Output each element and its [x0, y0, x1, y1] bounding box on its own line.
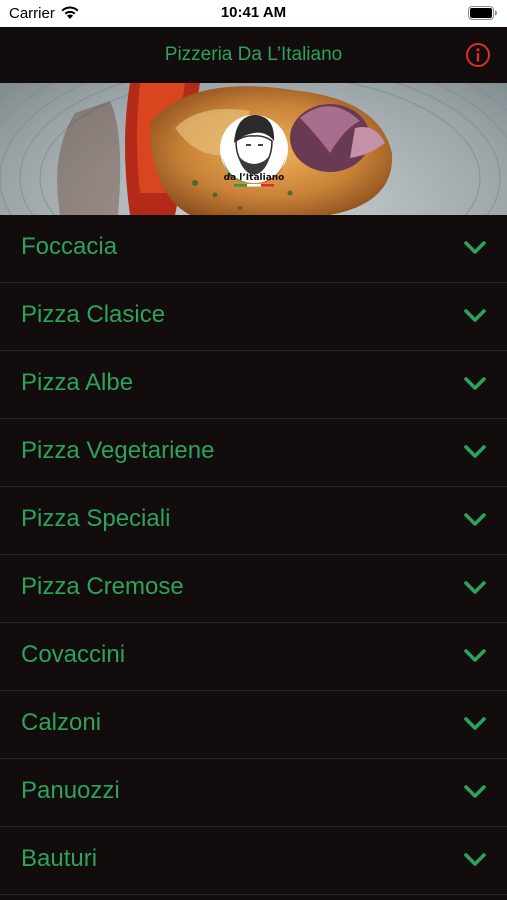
- info-circle-icon[interactable]: [465, 42, 491, 68]
- app-screen: Carrier 10:41 AM Pizzeria Da L’Italiano: [0, 0, 507, 900]
- chevron-down-icon[interactable]: [463, 783, 487, 801]
- category-row-pizza-cremose[interactable]: Pizza Cremose: [0, 555, 507, 623]
- category-label: Pizza Albe: [21, 369, 134, 396]
- chevron-down-icon[interactable]: [463, 851, 487, 869]
- category-row-bauturi[interactable]: Bauturi: [0, 827, 507, 895]
- category-label: Pizza Clasice: [21, 301, 166, 328]
- category-row-covaccini[interactable]: Covaccini: [0, 623, 507, 691]
- category-row-pizza-clasice[interactable]: Pizza Clasice: [0, 283, 507, 351]
- category-row-pizza-vegetariene[interactable]: Pizza Vegetariene: [0, 419, 507, 487]
- category-label: Calzoni: [21, 709, 102, 736]
- chevron-down-icon[interactable]: [463, 307, 487, 325]
- category-row-foccacia[interactable]: Foccacia: [0, 215, 507, 283]
- status-time: 10:41 AM: [220, 4, 287, 21]
- category-label: Panuozzi: [21, 777, 120, 804]
- battery-icon: [468, 6, 497, 20]
- navigation-bar: Pizzeria Da L’Italiano: [0, 27, 507, 83]
- chevron-down-icon[interactable]: [463, 715, 487, 733]
- category-label: Pizza Vegetariene: [21, 437, 215, 464]
- restaurant-logo: da l’Italiano: [220, 115, 288, 187]
- hero-banner-image: da l’Italiano: [0, 83, 507, 215]
- chevron-down-icon[interactable]: [463, 239, 487, 257]
- category-row-pizza-speciali[interactable]: Pizza Speciali: [0, 487, 507, 555]
- category-label: Pizza Speciali: [21, 505, 171, 532]
- chevron-down-icon[interactable]: [463, 511, 487, 529]
- category-row-pizza-albe[interactable]: Pizza Albe: [0, 351, 507, 419]
- category-list: Foccacia Pizza Clasice Pizza Albe Pizza …: [0, 215, 507, 895]
- category-label: Pizza Cremose: [21, 573, 184, 600]
- category-row-calzoni[interactable]: Calzoni: [0, 691, 507, 759]
- logo-text: da l’Italiano: [224, 173, 285, 183]
- chevron-down-icon[interactable]: [463, 579, 487, 597]
- category-label: Covaccini: [21, 641, 126, 668]
- page-title: Pizzeria Da L’Italiano: [164, 44, 343, 65]
- chevron-down-icon[interactable]: [463, 375, 487, 393]
- status-bar: Carrier 10:41 AM: [0, 0, 507, 27]
- category-row-panuozzi[interactable]: Panuozzi: [0, 759, 507, 827]
- chevron-down-icon[interactable]: [463, 443, 487, 461]
- category-label: Foccacia: [21, 233, 118, 260]
- category-label: Bauturi: [21, 845, 98, 872]
- chevron-down-icon[interactable]: [463, 647, 487, 665]
